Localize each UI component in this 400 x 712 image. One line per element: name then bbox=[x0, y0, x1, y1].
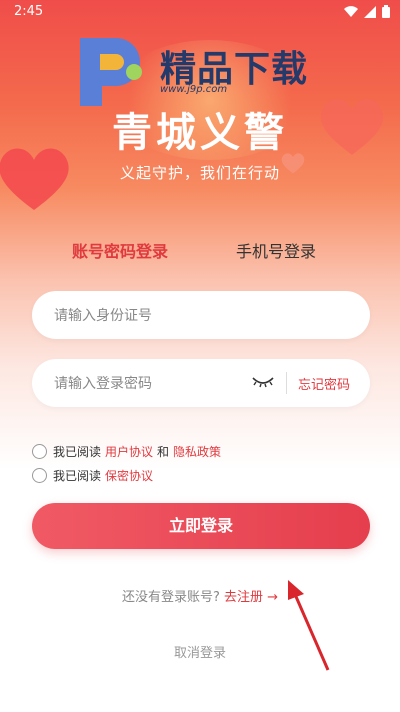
agreement-row-user-privacy: 我已阅读 用户协议 和 隐私政策 bbox=[32, 443, 225, 460]
password-input[interactable] bbox=[52, 359, 246, 409]
agreement-checkbox-2[interactable] bbox=[32, 468, 47, 483]
register-link[interactable]: 去注册 → bbox=[224, 590, 278, 605]
register-prompt-text: 还没有登录账号? bbox=[121, 590, 220, 605]
wifi-icon bbox=[344, 5, 358, 17]
confidentiality-agreement-link[interactable]: 保密协议 bbox=[105, 467, 153, 484]
privacy-policy-link[interactable]: 隐私政策 bbox=[173, 443, 221, 460]
agreement-checkbox-1[interactable] bbox=[32, 444, 47, 459]
tab-account-password[interactable]: 账号密码登录 bbox=[72, 238, 168, 262]
agreement-row-confidentiality: 我已阅读 保密协议 bbox=[32, 467, 157, 484]
agreement-prefix: 我已阅读 bbox=[53, 469, 102, 483]
tab-phone[interactable]: 手机号登录 bbox=[236, 238, 316, 262]
register-prompt: 还没有登录账号? 去注册 → bbox=[0, 586, 400, 605]
status-icons bbox=[344, 5, 390, 18]
agreement-joiner: 和 bbox=[157, 445, 170, 459]
cancel-login-button[interactable]: 取消登录 bbox=[0, 642, 400, 661]
app-title: 青城义警 bbox=[112, 110, 288, 156]
slogan: 义起守护，我们在行动 bbox=[119, 164, 280, 182]
forgot-password-link[interactable]: 忘记密码 bbox=[298, 374, 350, 393]
status-bar: 2:45 bbox=[0, 0, 400, 24]
status-time: 2:45 bbox=[14, 4, 44, 19]
field-divider bbox=[286, 372, 287, 394]
watermark-url: www.j9p.com bbox=[160, 84, 228, 95]
agreement-prefix: 我已阅读 bbox=[53, 445, 102, 459]
id-number-input[interactable] bbox=[52, 291, 346, 341]
annotation-arrow-icon bbox=[288, 580, 330, 671]
user-agreement-link[interactable]: 用户协议 bbox=[105, 443, 153, 460]
eye-closed-icon[interactable] bbox=[252, 374, 274, 394]
battery-icon bbox=[382, 5, 390, 18]
id-number-field bbox=[32, 291, 370, 341]
login-tabs: 账号密码登录 手机号登录 bbox=[0, 238, 400, 266]
password-field: 忘记密码 bbox=[32, 359, 370, 409]
signal-icon bbox=[364, 5, 376, 18]
login-button[interactable]: 立即登录 bbox=[32, 503, 370, 549]
